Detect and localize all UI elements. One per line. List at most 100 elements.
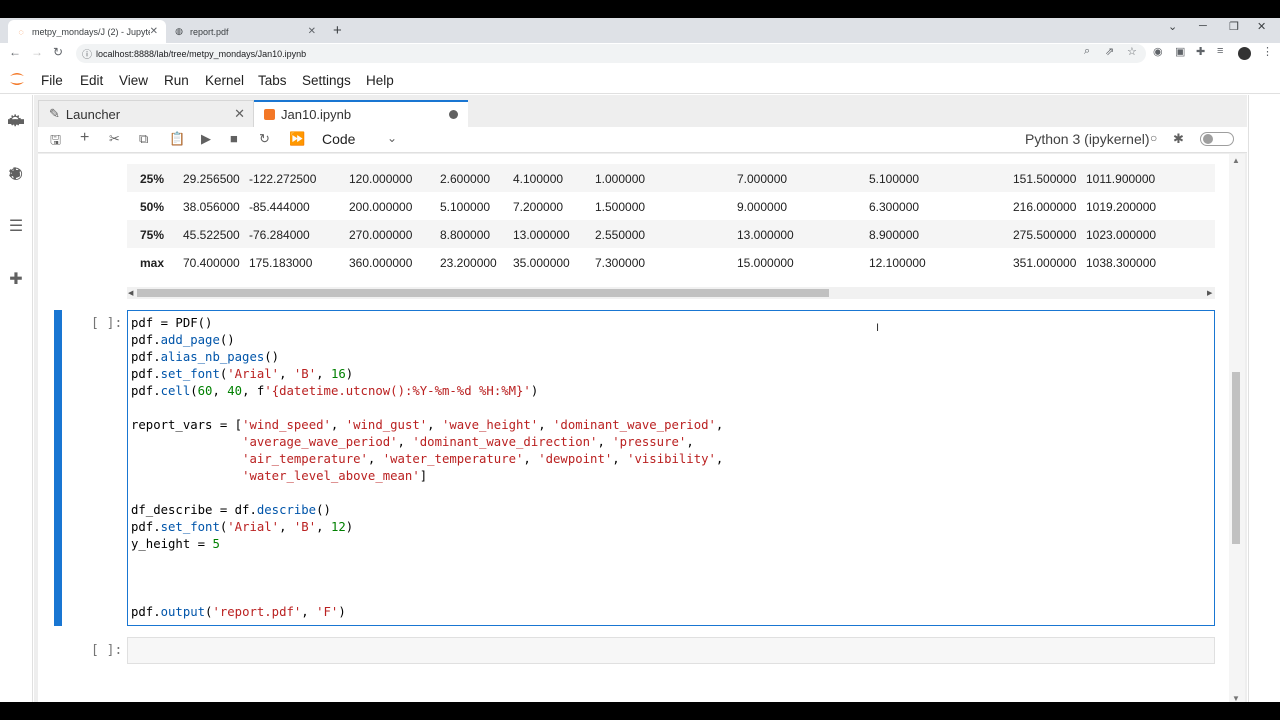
code-line: pdf.set_font('Arial', 'B', 12) — [131, 520, 354, 534]
copy-icon[interactable]: ⧉ — [139, 131, 148, 147]
left-sidebar — [0, 95, 33, 702]
empty-code-editor[interactable] — [127, 637, 1215, 664]
menu-tabs[interactable]: Tabs — [258, 73, 287, 88]
cell-prompt: [ ]: — [91, 316, 123, 331]
code-editor[interactable] — [127, 310, 1215, 626]
menu-run[interactable]: Run — [164, 73, 189, 88]
close-icon[interactable]: ✕ — [234, 106, 245, 122]
table-cell: 5.100000 — [869, 172, 920, 186]
zoom-icon[interactable]: ⌕ — [1084, 45, 1090, 58]
extension-icon[interactable]: ◉ — [1153, 45, 1163, 58]
share-icon[interactable]: ⇗ — [1105, 45, 1114, 58]
table-cell: 70.400000 — [183, 256, 240, 270]
bookmark-star-icon[interactable]: ☆ — [1127, 45, 1137, 58]
fast-forward-icon[interactable]: ⏩ — [289, 131, 305, 147]
run-icon[interactable]: ▶ — [201, 131, 211, 147]
property-inspector-icon[interactable]: ⚙ — [8, 111, 22, 131]
kernel-status-icon: ○ — [1150, 131, 1158, 145]
table-cell: 1023.000000 — [1086, 228, 1157, 242]
cell-type-dropdown[interactable]: Code ⌄ — [322, 131, 397, 147]
restart-icon[interactable]: ↻ — [259, 131, 270, 147]
debugger-toggle[interactable] — [1200, 132, 1234, 146]
browser-tab-report[interactable]: ◍ report.pdf ✕ — [166, 20, 324, 43]
scroll-left-icon[interactable]: ◀ — [128, 289, 133, 297]
table-cell: 9.000000 — [737, 200, 788, 214]
menu-help[interactable]: Help — [366, 73, 394, 88]
table-cell: 1011.900000 — [1086, 172, 1156, 186]
url-text: localhost:8888/lab/tree/metpy_mondays/Ja… — [96, 48, 307, 59]
table-cell: 7.300000 — [595, 256, 646, 270]
table-cell: 5.100000 — [440, 200, 491, 214]
menu-kernel[interactable]: Kernel — [205, 73, 244, 88]
close-window-icon[interactable]: ✕ — [1257, 20, 1266, 33]
jupyter-menubar — [0, 66, 1280, 94]
code-line: pdf.cell(60, 40, f'{datetime.utcnow():%Y… — [131, 384, 539, 398]
stop-icon[interactable]: ■ — [230, 131, 238, 146]
scroll-right-icon[interactable]: ▶ — [1207, 289, 1212, 297]
table-cell: 1.500000 — [595, 200, 646, 214]
back-icon[interactable]: ← — [9, 45, 21, 59]
forward-icon[interactable]: → — [31, 45, 43, 59]
new-tab-button[interactable]: + — [333, 22, 342, 39]
table-cell: 7.200000 — [513, 200, 564, 214]
paste-icon[interactable]: 📋 — [169, 131, 185, 147]
code-line: pdf = PDF() — [131, 316, 213, 330]
table-cell: 1038.300000 — [1086, 256, 1157, 270]
table-cell: 6.300000 — [869, 200, 920, 214]
bottom-letterbox — [0, 702, 1280, 720]
restore-icon[interactable]: ❐ — [1229, 20, 1239, 33]
site-info-icon[interactable]: ⓘ — [82, 46, 92, 61]
reload-icon[interactable]: ↻ — [53, 45, 63, 59]
kernel-name[interactable]: Python 3 (ipykernel) — [1025, 131, 1150, 147]
browser-tab-jupyter[interactable]: ◌ metpy_mondays/J (2) - JupyterLa ✕ — [8, 20, 166, 43]
insert-cell-icon[interactable]: + — [80, 129, 89, 147]
menu-view[interactable]: View — [119, 73, 148, 88]
table-cell: 200.000000 — [349, 200, 413, 214]
table-cell: 120.000000 — [349, 172, 413, 186]
code-line: y_height = 5 — [131, 537, 220, 551]
horizontal-scrollbar-thumb[interactable] — [137, 289, 829, 297]
table-cell: 275.500000 — [1013, 228, 1077, 242]
reading-list-icon[interactable]: ≡ — [1217, 45, 1223, 57]
unsaved-dot-icon[interactable] — [449, 110, 458, 119]
extension-icon[interactable]: ▣ — [1175, 45, 1185, 58]
table-cell: 151.500000 — [1013, 172, 1077, 186]
menu-settings[interactable]: Settings — [302, 73, 351, 88]
avatar[interactable] — [1238, 47, 1251, 60]
row-index-label: 50% — [140, 200, 165, 214]
table-cell: 270.000000 — [349, 228, 413, 242]
browser-tab-title: report.pdf — [190, 26, 229, 37]
toc-icon[interactable]: ☰ — [6, 216, 26, 236]
scroll-up-icon[interactable]: ▲ — [1232, 156, 1240, 165]
cut-icon[interactable]: ✂ — [109, 131, 120, 147]
vertical-scrollbar-thumb[interactable] — [1232, 372, 1240, 544]
table-cell: -76.284000 — [249, 228, 310, 242]
bug-icon[interactable]: ✱ — [1173, 131, 1184, 147]
top-letterbox — [0, 0, 1280, 18]
tab-jan10-notebook[interactable]: Jan10.ipynb — [254, 100, 468, 127]
row-index-label: 75% — [140, 228, 165, 242]
more-menu-icon[interactable]: ⋮ — [1262, 45, 1273, 58]
table-cell: 45.522500 — [183, 228, 240, 242]
extensions-icon[interactable]: ✚ — [6, 269, 26, 289]
menu-file[interactable]: File — [41, 73, 63, 88]
code-line: 'water_level_above_mean'] — [242, 469, 428, 483]
address-bar[interactable]: localhost:8888/lab/tree/metpy_mondays/Ja… — [76, 44, 1146, 63]
close-tab-icon[interactable]: ✕ — [150, 26, 158, 37]
minimize-icon[interactable]: ─ — [1199, 20, 1207, 32]
jupyter-logo-icon — [10, 73, 24, 85]
menu-edit[interactable]: Edit — [80, 73, 103, 88]
browser-tab-strip: ◌ metpy_mondays/J (2) - JupyterLa ✕ ◍ re… — [0, 18, 1280, 43]
toggle-knob — [1203, 134, 1213, 144]
save-icon[interactable]: 🖫 — [50, 131, 61, 153]
puzzle-icon[interactable]: ✚ — [1196, 45, 1205, 58]
table-cell: -122.272500 — [249, 172, 317, 186]
tab-launcher[interactable]: ✎ Launcher ✕ — [38, 100, 254, 127]
debugger-icon[interactable]: ✱ — [8, 164, 21, 184]
tab-search-icon[interactable]: ⌄ — [1168, 20, 1177, 33]
close-tab-icon[interactable]: ✕ — [308, 26, 316, 37]
table-cell: 15.000000 — [737, 256, 794, 270]
chevron-down-icon: ⌄ — [387, 131, 398, 145]
table-row: 50% 38.056000 -85.444000 200.000000 5.100000… — [127, 192, 1215, 220]
table-cell: 216.000000 — [1013, 200, 1077, 214]
